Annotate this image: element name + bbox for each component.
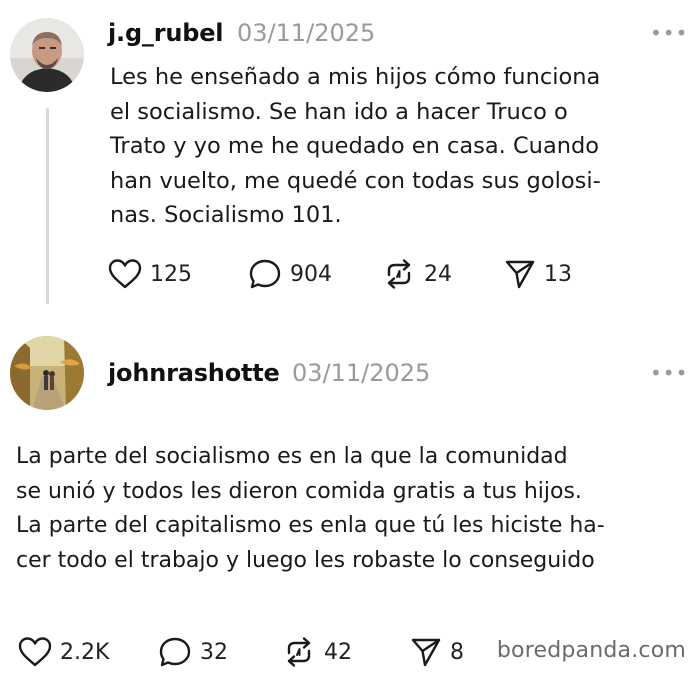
more-options-icon[interactable]: ••• [650,23,688,43]
heart-icon [108,258,142,290]
repost-icon [382,258,416,290]
thread-connector-line [46,108,49,304]
repost-icon [282,636,316,668]
avatar[interactable] [10,336,84,410]
like-button[interactable]: 2.2K [18,636,158,668]
avatar[interactable] [10,18,84,92]
share-button[interactable]: 13 [504,258,572,290]
share-count: 8 [450,639,464,665]
repost-count: 42 [324,639,352,665]
send-icon [504,258,536,290]
more-options-icon[interactable]: ••• [650,363,688,383]
comment-bubble-icon [158,636,192,668]
post-actions: 2.2K 32 42 8 [18,636,464,668]
post-body-text: Les he enseñado a mis hijos cómo funcion… [110,64,601,228]
comment-count: 32 [200,639,228,665]
post-body-text: La parte del socialismo es en la que la … [16,444,605,573]
comment-button[interactable]: 32 [158,636,282,668]
comment-count: 904 [290,261,332,287]
post-date: 03/11/2025 [292,359,431,387]
share-count: 13 [544,261,572,287]
post-date: 03/11/2025 [237,19,376,47]
like-count: 125 [150,261,192,287]
like-button[interactable]: 125 [108,258,248,290]
heart-icon [18,636,52,668]
post-actions: 125 904 24 13 [108,258,572,290]
watermark: boredpanda.com [496,638,686,663]
share-button[interactable]: 8 [410,636,464,668]
repost-count: 24 [424,261,452,287]
comment-button[interactable]: 904 [248,258,382,290]
post-username[interactable]: j.g_rubel [108,19,224,47]
post-username[interactable]: johnrashotte [108,359,280,387]
send-icon [410,636,442,668]
thread-screenshot: j.g_rubel 03/11/2025 ••• Les he enseñado… [0,0,700,677]
comment-bubble-icon [248,258,282,290]
repost-button[interactable]: 24 [382,258,504,290]
like-count: 2.2K [60,639,110,665]
repost-button[interactable]: 42 [282,636,410,668]
